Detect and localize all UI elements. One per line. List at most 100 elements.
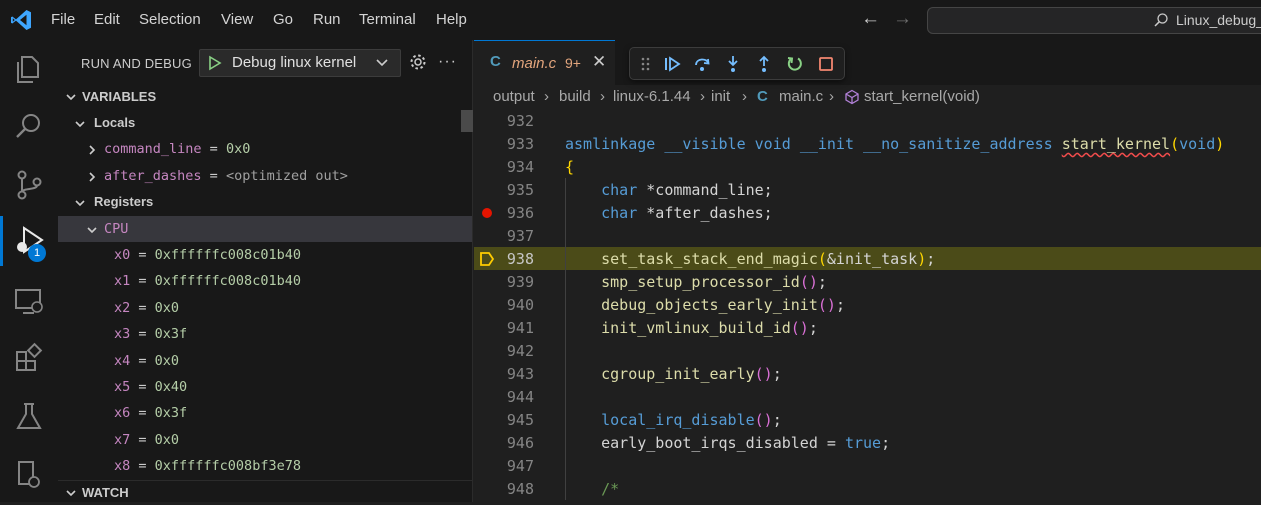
menu-help[interactable]: Help	[436, 11, 467, 28]
variable-row[interactable]: after_dashes = <optimized out>	[58, 163, 472, 189]
remote-explorer-icon[interactable]	[12, 285, 46, 319]
chevron-down-icon	[66, 490, 76, 497]
menu-edit[interactable]: Edit	[94, 11, 120, 28]
sidebar-title: RUN AND DEBUG	[81, 56, 192, 71]
code-line: 941 init_vmlinux_build_id();	[474, 316, 1261, 339]
vscode-logo-icon	[11, 10, 31, 30]
menu-terminal[interactable]: Terminal	[359, 11, 416, 28]
chevron-down-icon	[376, 59, 388, 67]
line-number: 943	[506, 365, 534, 383]
stop-icon[interactable]	[817, 55, 835, 73]
extensions-icon[interactable]	[12, 342, 46, 376]
code-editor[interactable]: 932 933 asmlinkage __visible void __init…	[474, 109, 1261, 502]
editor-tab-bar: C main.c 9+ ✕	[474, 40, 1261, 85]
chevron-right-icon: ›	[829, 88, 834, 105]
back-arrow-icon[interactable]: ←	[861, 8, 880, 30]
chevron-right-icon	[89, 172, 96, 182]
cpu-register-group[interactable]: CPU	[58, 216, 472, 242]
code-line: 940 debug_objects_early_init();	[474, 293, 1261, 316]
editor-area: C main.c 9+ ✕ output › build › linux-6.1…	[474, 40, 1261, 502]
line-number: 939	[506, 273, 534, 291]
register-row[interactable]: x0 = 0xffffffc008c01b40	[58, 242, 472, 268]
menu-view[interactable]: View	[221, 11, 253, 28]
chevron-right-icon	[89, 145, 96, 155]
source-control-icon[interactable]	[12, 168, 46, 202]
register-name: x7	[114, 432, 131, 448]
menu-file[interactable]: File	[51, 11, 75, 28]
variables-section-header[interactable]: VARIABLES	[58, 85, 472, 109]
gear-icon[interactable]	[409, 53, 427, 71]
register-row[interactable]: x8 = 0xffffffc008bf3e78	[58, 453, 472, 479]
tab-main-c[interactable]: C main.c 9+ ✕	[474, 40, 615, 85]
code-line: 937	[474, 224, 1261, 247]
more-actions-icon[interactable]: ···	[438, 53, 457, 71]
register-row[interactable]: x2 = 0x0	[58, 295, 472, 321]
register-name: x3	[114, 326, 131, 342]
line-number: 936	[506, 204, 534, 222]
line-number: 941	[506, 319, 534, 337]
menu-run[interactable]: Run	[313, 11, 341, 28]
register-name: x2	[114, 300, 131, 316]
command-center-search[interactable]: Linux_debug_	[927, 7, 1261, 34]
register-value: 0x0	[154, 300, 180, 316]
register-value: 0xffffffc008c01b40	[154, 273, 301, 289]
breadcrumb-item[interactable]: main.c	[779, 88, 823, 105]
step-over-icon[interactable]	[693, 55, 711, 73]
variable-row[interactable]: command_line = 0x0	[58, 136, 472, 162]
breadcrumb-item[interactable]: build	[559, 88, 591, 105]
breadcrumb-item[interactable]: linux-6.1.44	[613, 88, 691, 105]
step-out-icon[interactable]	[755, 55, 773, 73]
close-icon[interactable]: ✕	[592, 52, 606, 72]
menu-go[interactable]: Go	[273, 11, 293, 28]
locals-scope[interactable]: Locals	[58, 110, 472, 136]
register-row[interactable]: x5 = 0x40	[58, 374, 472, 400]
code-line: 943 cgroup_init_early();	[474, 362, 1261, 385]
step-into-icon[interactable]	[724, 55, 742, 73]
line-number: 935	[506, 181, 534, 199]
register-row[interactable]: x7 = 0x0	[58, 427, 472, 453]
menu-selection[interactable]: Selection	[139, 11, 201, 28]
register-row[interactable]: x3 = 0x3f	[58, 321, 472, 347]
continue-icon[interactable]	[663, 55, 681, 73]
code-line: 933 asmlinkage __visible void __init __n…	[474, 132, 1261, 155]
chevron-down-icon	[75, 200, 85, 207]
start-debugging-icon[interactable]	[207, 55, 223, 71]
code-line: 942	[474, 339, 1261, 362]
variable-value: 0x0	[225, 141, 251, 157]
testing-icon[interactable]	[12, 400, 46, 434]
code-line: 946 early_boot_irqs_disabled = true;	[474, 431, 1261, 454]
code-line: 934 {	[474, 155, 1261, 178]
chevron-right-icon: ›	[600, 88, 605, 105]
line-number: 942	[506, 342, 534, 360]
chevron-right-icon: ›	[700, 88, 705, 105]
line-number: 948	[506, 480, 534, 498]
register-name: x4	[114, 353, 131, 369]
registers-scope[interactable]: Registers	[58, 189, 472, 215]
breadcrumb-item[interactable]: init	[711, 88, 730, 105]
forward-arrow-icon[interactable]: →	[893, 8, 912, 30]
locals-label: Locals	[94, 115, 136, 130]
register-row[interactable]: x1 = 0xffffffc008c01b40	[58, 268, 472, 294]
settings-sync-icon[interactable]	[12, 458, 46, 492]
explorer-icon[interactable]	[12, 52, 46, 86]
register-value: 0xffffffc008bf3e78	[154, 458, 301, 474]
search-view-icon[interactable]	[12, 109, 46, 143]
watch-section-header[interactable]: WATCH	[58, 480, 472, 505]
line-number: 937	[506, 227, 534, 245]
line-number: 940	[506, 296, 534, 314]
variable-name: after_dashes	[104, 168, 202, 184]
register-value: 0x0	[154, 353, 180, 369]
register-name: x1	[114, 273, 131, 289]
line-number: 938	[506, 250, 534, 268]
code-line: 935 char *command_line;	[474, 178, 1261, 201]
breadcrumb-item[interactable]: start_kernel(void)	[864, 88, 980, 105]
breadcrumb-item[interactable]: output	[493, 88, 535, 105]
register-row[interactable]: x6 = 0x3f	[58, 400, 472, 426]
drag-handle-icon[interactable]	[637, 55, 655, 73]
debug-config-select[interactable]: Debug linux kernel	[199, 49, 401, 77]
register-name: x5	[114, 379, 131, 395]
restart-icon[interactable]	[786, 55, 804, 73]
register-value: 0xffffffc008c01b40	[154, 247, 301, 263]
registers-label: Registers	[94, 194, 154, 209]
register-row[interactable]: x4 = 0x0	[58, 348, 472, 374]
